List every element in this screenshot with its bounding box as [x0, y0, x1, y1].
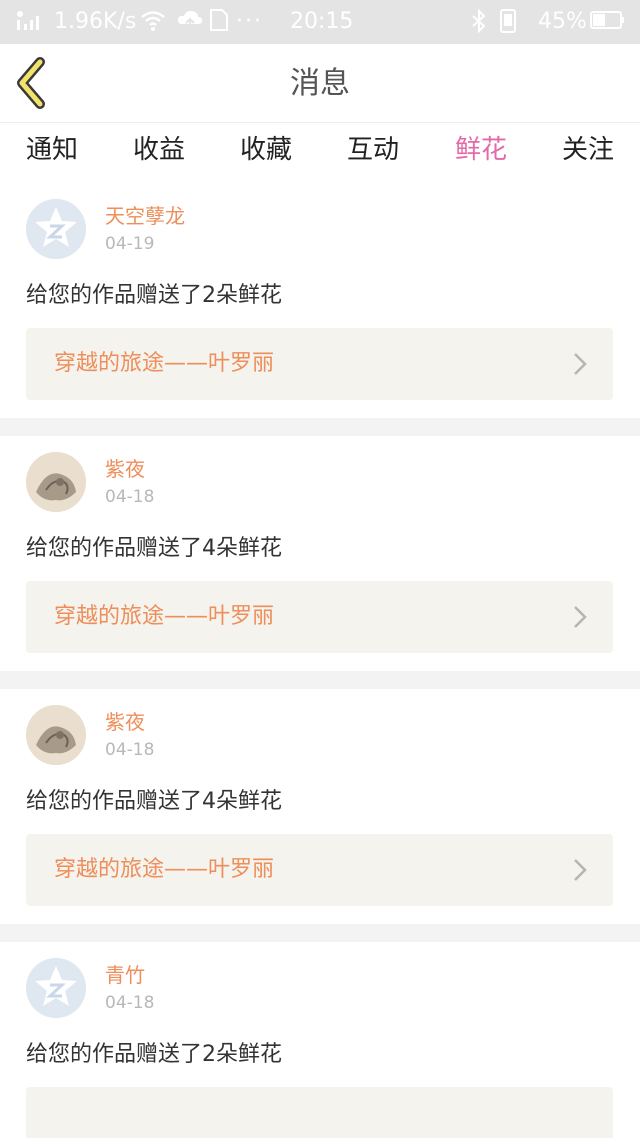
work-title: 穿越的旅途——叶罗丽: [54, 857, 275, 882]
battery-percent: 45%: [538, 9, 587, 34]
sender-name[interactable]: 青竹: [105, 962, 145, 988]
sender-name[interactable]: 紫夜: [105, 709, 145, 735]
screen: 1.96K/s ··· 20:15 45% 消息 通知 收益 收藏 互动 鲜花 …: [0, 0, 640, 1138]
tab-bar: 通知 收益 收藏 互动 鲜花 关注: [0, 123, 640, 186]
cloud-upload-icon: [176, 8, 204, 36]
default-avatar-icon: [26, 958, 86, 1018]
tab-label: 通知: [25, 135, 78, 165]
work-title: 穿越的旅途——叶罗丽: [54, 604, 275, 629]
nav-bar: 消息: [0, 44, 640, 123]
tab-label: 鲜花: [454, 135, 507, 165]
photo-avatar-icon: [26, 452, 86, 512]
message-card: 紫夜 04-18 给您的作品赠送了4朵鲜花 穿越的旅途——叶罗丽: [0, 436, 640, 671]
page-title: 消息: [290, 66, 350, 101]
tab-follows[interactable]: 关注: [538, 133, 638, 167]
network-speed: 1.96K/s: [54, 9, 137, 34]
more-dots: ···: [236, 9, 263, 34]
phone-icon: [498, 8, 518, 36]
message-list: 天空孽龙 04-19 给您的作品赠送了2朵鲜花 穿越的旅途——叶罗丽 紫夜 04…: [0, 183, 640, 1138]
card-divider: [0, 418, 640, 436]
sender-name[interactable]: 天空孽龙: [105, 203, 185, 229]
avatar[interactable]: [26, 705, 86, 765]
tab-label: 收藏: [239, 135, 292, 165]
status-time: 20:15: [290, 9, 354, 34]
battery-icon: [590, 8, 626, 36]
tab-favorites[interactable]: 收藏: [216, 133, 316, 167]
work-link[interactable]: 穿越的旅途——叶罗丽: [26, 328, 613, 400]
tab-interactions[interactable]: 互动: [323, 133, 423, 167]
tab-flowers[interactable]: 鲜花: [431, 133, 531, 186]
avatar[interactable]: [26, 199, 86, 259]
avatar[interactable]: [26, 452, 86, 512]
tab-label: 收益: [132, 135, 185, 165]
message-text: 给您的作品赠送了4朵鲜花: [26, 789, 282, 814]
message-card: 天空孽龙 04-19 给您的作品赠送了2朵鲜花 穿越的旅途——叶罗丽: [0, 183, 640, 418]
work-title: 穿越的旅途——叶罗丽: [54, 351, 275, 376]
sender-name[interactable]: 紫夜: [105, 456, 145, 482]
message-text: 给您的作品赠送了2朵鲜花: [26, 1042, 282, 1067]
message-date: 04-18: [105, 740, 155, 760]
bluetooth-icon: [470, 8, 490, 36]
tab-label: 互动: [346, 135, 399, 165]
tab-earnings[interactable]: 收益: [109, 133, 209, 167]
chevron-right-icon: [574, 859, 587, 881]
message-date: 04-18: [105, 487, 155, 507]
work-link[interactable]: [26, 1087, 613, 1138]
message-text: 给您的作品赠送了2朵鲜花: [26, 283, 282, 308]
status-bar: 1.96K/s ··· 20:15 45%: [0, 0, 640, 44]
message-text: 给您的作品赠送了4朵鲜花: [26, 536, 282, 561]
signal-icon: [14, 8, 54, 36]
tab-notifications[interactable]: 通知: [2, 133, 102, 167]
chevron-right-icon: [574, 353, 587, 375]
card-divider: [0, 924, 640, 942]
work-link[interactable]: 穿越的旅途——叶罗丽: [26, 834, 613, 906]
avatar[interactable]: [26, 958, 86, 1018]
message-card: 紫夜 04-18 给您的作品赠送了4朵鲜花 穿越的旅途——叶罗丽: [0, 689, 640, 924]
photo-avatar-icon: [26, 705, 86, 765]
chevron-right-icon: [574, 606, 587, 628]
document-icon: [210, 8, 228, 36]
tab-label: 关注: [561, 135, 614, 165]
default-avatar-icon: [26, 199, 86, 259]
message-date: 04-19: [105, 234, 155, 254]
wifi-icon: [140, 8, 166, 36]
message-card: 青竹 04-18 给您的作品赠送了2朵鲜花: [0, 942, 640, 1138]
message-date: 04-18: [105, 993, 155, 1013]
card-divider: [0, 671, 640, 689]
work-link[interactable]: 穿越的旅途——叶罗丽: [26, 581, 613, 653]
